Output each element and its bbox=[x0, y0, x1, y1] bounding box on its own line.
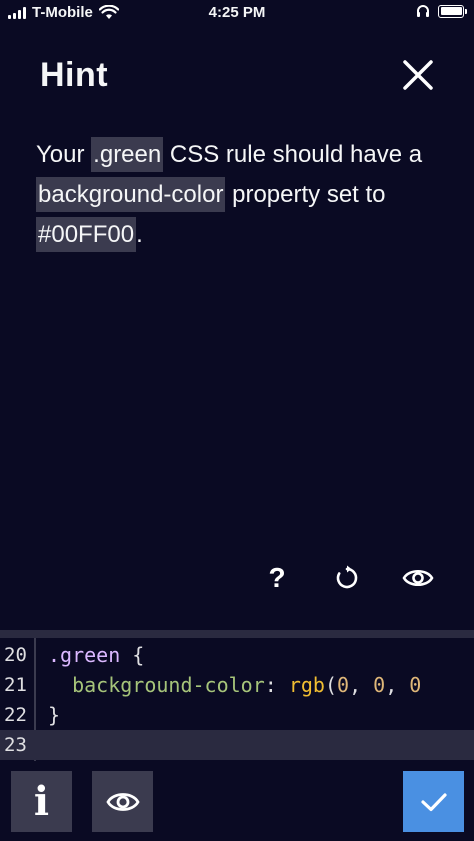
line-code: } bbox=[48, 703, 61, 727]
css-number: 0 bbox=[337, 673, 350, 697]
brace: { bbox=[120, 643, 145, 667]
status-right bbox=[416, 4, 467, 18]
reset-button[interactable] bbox=[327, 558, 367, 598]
check-icon bbox=[420, 792, 447, 811]
question-icon: ? bbox=[268, 562, 286, 593]
eye-icon bbox=[105, 792, 140, 811]
hint-code-property: background-color bbox=[36, 177, 226, 212]
css-number: 0 bbox=[373, 673, 386, 697]
hint-text-part: Your bbox=[36, 141, 92, 168]
hint-text-part: CSS rule should have a bbox=[163, 141, 423, 168]
info-icon: i bbox=[33, 778, 50, 825]
code-line-active[interactable]: 23 bbox=[0, 730, 474, 760]
close-icon bbox=[403, 60, 433, 90]
css-function: rgb bbox=[288, 673, 325, 697]
line-number: 22 bbox=[4, 704, 27, 726]
help-button[interactable]: ? bbox=[257, 558, 297, 598]
status-bar: T-Mobile 4:25 PM bbox=[0, 0, 474, 26]
battery-icon bbox=[438, 4, 467, 18]
check-code-button[interactable] bbox=[403, 771, 464, 832]
line-code: .green { bbox=[48, 640, 144, 670]
code-line[interactable]: 21 background-color: rgb(0, 0, 0 bbox=[0, 670, 474, 700]
line-number: 23 bbox=[4, 734, 27, 756]
colon: : bbox=[264, 673, 289, 697]
info-button[interactable]: i bbox=[11, 771, 72, 832]
headphones-icon bbox=[417, 5, 429, 17]
bottom-toolbar: i bbox=[0, 761, 474, 841]
hint-title: Hint bbox=[40, 56, 109, 94]
eye-icon bbox=[402, 569, 434, 587]
editor-top-border bbox=[0, 630, 474, 638]
preview-button[interactable] bbox=[398, 558, 438, 598]
code-line[interactable]: 20 .green { bbox=[0, 640, 474, 670]
code-editor[interactable]: 20 .green { 21 background-color: rgb(0, … bbox=[0, 630, 474, 761]
separator: , bbox=[349, 673, 374, 697]
code-line[interactable]: 22 } bbox=[0, 700, 474, 730]
line-number: 21 bbox=[4, 674, 27, 696]
css-selector: .green bbox=[48, 643, 121, 667]
css-number: 0 bbox=[409, 673, 422, 697]
hint-text-part: property set to bbox=[225, 181, 386, 208]
hint-code-value: #00FF00 bbox=[36, 217, 137, 252]
hint-text-part: . bbox=[136, 221, 143, 248]
reset-icon bbox=[336, 565, 358, 589]
css-property: background-color bbox=[48, 673, 265, 697]
hint-text: Your .green CSS rule should have a backg… bbox=[36, 135, 456, 255]
toolbar-preview-button[interactable] bbox=[92, 771, 153, 832]
close-button[interactable] bbox=[398, 55, 438, 95]
status-time: 4:25 PM bbox=[208, 4, 266, 21]
separator: , bbox=[385, 673, 410, 697]
line-number: 20 bbox=[4, 644, 27, 666]
line-code: background-color: rgb(0, 0, 0 bbox=[48, 670, 421, 700]
hint-code-selector: .green bbox=[91, 137, 164, 172]
paren: ( bbox=[324, 673, 338, 697]
